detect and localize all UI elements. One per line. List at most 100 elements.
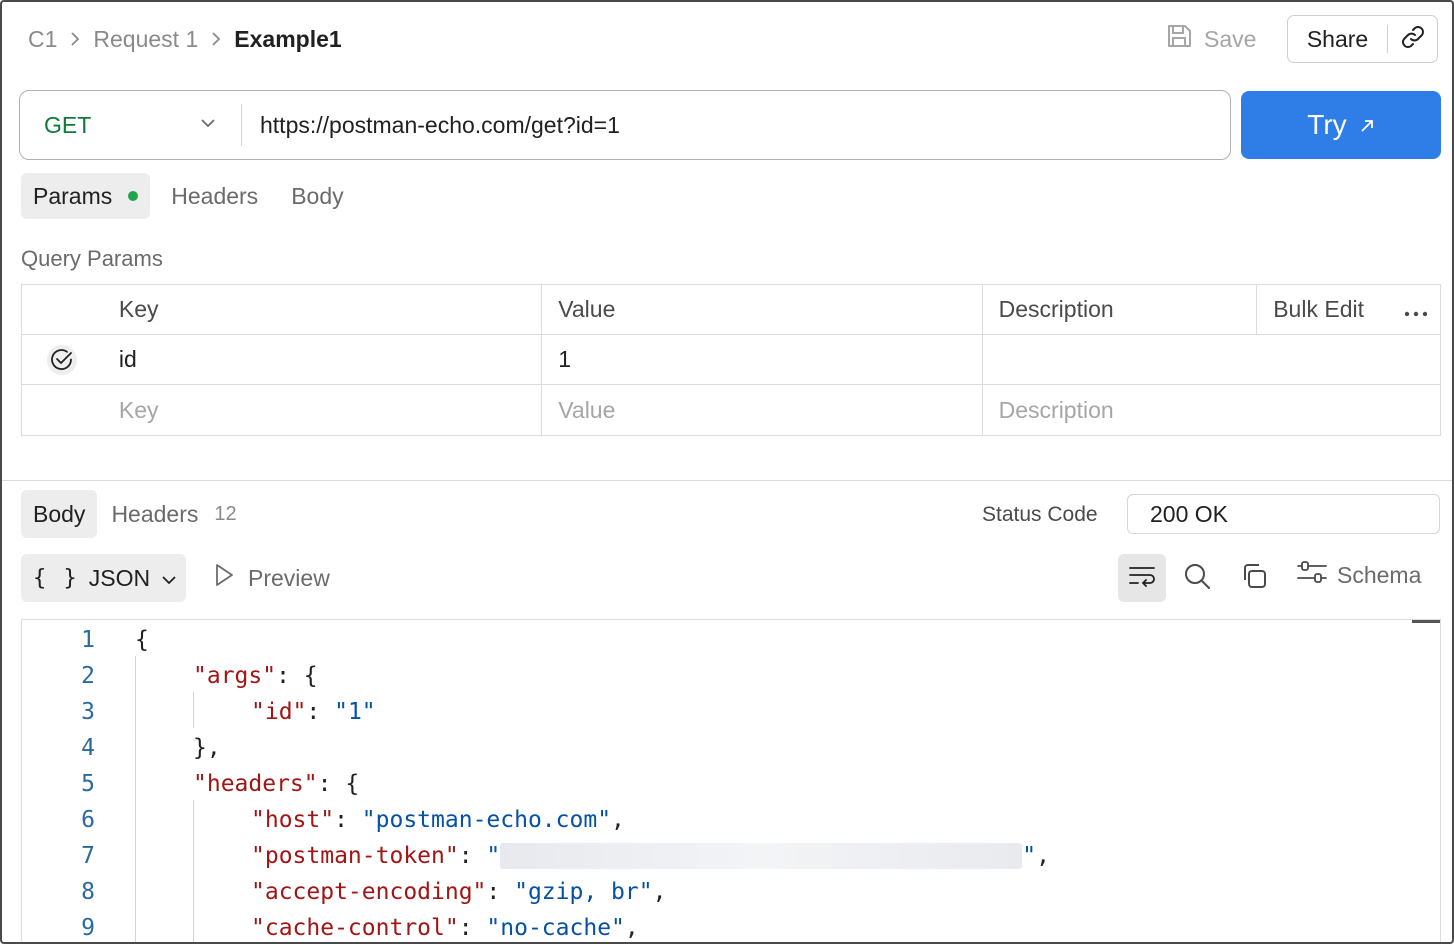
column-header-key: Key [102,285,543,334]
try-label: Try [1307,109,1347,140]
tab-body[interactable]: Body [279,173,355,219]
response-tabs: Body Headers 12 [21,490,251,538]
chevron-right-icon [69,30,81,48]
preview-label: Preview [248,564,330,591]
code-line: 2 "args": { [22,658,1440,694]
wrap-lines-button[interactable] [1118,554,1166,602]
schema-label: Schema [1337,561,1422,588]
table-header-row: Key Value Description Bulk Edit [22,285,1440,335]
tab-response-body[interactable]: Body [21,490,98,538]
json-key: "args" [193,663,277,689]
code-line: 8 "accept-encoding": "gzip, br", [22,874,1440,910]
chevron-down-icon [160,565,178,592]
try-button[interactable]: Try [1241,91,1441,159]
new-row-check-cell [22,385,102,435]
method-select[interactable]: GET [20,104,242,146]
code-line: 3 "id": "1" [22,694,1440,730]
sliders-icon [1295,559,1329,591]
copy-button[interactable] [1230,554,1278,602]
json-key: "headers" [193,771,318,797]
param-value-field[interactable]: 1 [542,335,983,384]
save-icon [1164,21,1194,57]
breadcrumb-current[interactable]: Example1 [234,26,341,53]
code-line: 1 { [22,622,1440,658]
query-params-table: Key Value Description Bulk Edit id 1 Key [21,284,1441,436]
tab-params[interactable]: Params [21,173,151,219]
json-string: "1" [334,699,376,725]
app-window: C1 Request 1 Example1 Save Share GET htt… [0,0,1454,944]
response-body-editor[interactable]: 1 { 2 "args": { 3 "id": "1" 4 }, 5 "head… [21,619,1441,942]
code-line: 6 "host": "postman-echo.com", [22,802,1440,838]
code-text: "postman-token": " ", [251,842,1050,870]
line-number: 5 [81,771,95,797]
share-button[interactable]: Share [1288,25,1388,53]
arrow-up-right-icon [1359,109,1375,141]
panel-divider[interactable] [2,480,1452,481]
code-text: "id": "1" [251,699,376,725]
line-number: 7 [81,843,95,869]
schema-button[interactable]: Schema [1295,558,1421,592]
line-number: 3 [81,699,95,725]
bulk-edit-button[interactable]: Bulk Edit [1273,296,1364,323]
table-row-new: Key Value Description [22,385,1440,435]
json-key: "postman-token" [251,842,459,869]
breadcrumb: C1 Request 1 Example1 [28,24,342,54]
column-header-value: Value [542,285,983,334]
more-options-icon[interactable] [1404,296,1428,323]
code-line: 4 }, [22,730,1440,766]
new-description-input[interactable]: Description [983,385,1440,435]
query-params-title: Query Params [21,246,163,271]
code-text: "host": "postman-echo.com", [251,807,625,833]
braces-icon: { } [33,565,79,591]
search-icon [1182,561,1212,596]
new-key-input[interactable]: Key [102,385,543,435]
headers-count-badge: 12 [214,502,237,525]
line-number: 6 [81,807,95,833]
url-input[interactable]: https://postman-echo.com/get?id=1 [242,112,620,139]
json-key: "accept-encoding" [251,879,487,905]
tab-params-label: Params [33,182,113,209]
tab-headers[interactable]: Headers [159,173,270,219]
param-key-field[interactable]: id [102,335,543,384]
column-header-description: Description [983,285,1258,334]
json-key: "cache-control" [251,915,459,941]
format-select[interactable]: { } JSON [21,554,186,602]
play-icon [212,562,236,594]
header-check-cell [22,285,102,334]
tab-response-headers[interactable]: Headers 12 [99,490,248,538]
chevron-right-icon [210,30,222,48]
json-key: "id" [251,699,307,725]
param-description-field[interactable] [983,335,1440,384]
code-text: "cache-control": "no-cache", [251,915,639,941]
json-string: "no-cache" [486,915,625,941]
line-number: 1 [81,627,95,653]
status-code-input[interactable]: 200 OK [1127,494,1440,534]
request-tabs: Params Headers Body [21,173,365,219]
json-string: "gzip, br" [514,879,653,905]
json-key: "host" [251,807,335,833]
code-text: "accept-encoding": "gzip, br", [251,879,667,905]
chevron-down-icon [199,116,217,134]
code-line: 9 "cache-control": "no-cache", [22,910,1440,942]
share-group: Share [1287,15,1438,63]
params-active-dot [128,191,139,201]
new-value-input[interactable]: Value [542,385,983,435]
breadcrumb-item-collection[interactable]: C1 [28,26,57,53]
line-number: 8 [81,879,95,905]
copy-link-button[interactable] [1388,24,1437,55]
preview-button[interactable]: Preview [212,558,330,598]
save-button[interactable]: Save [1164,22,1256,56]
format-label: JSON [88,564,151,591]
code-line: 5 "headers": { [22,766,1440,802]
line-number: 4 [81,735,95,761]
row-enable-checkbox[interactable] [22,335,102,384]
method-label: GET [44,111,92,138]
url-bar: GET https://postman-echo.com/get?id=1 [19,90,1231,160]
check-circle-icon [46,344,77,375]
breadcrumb-item-request[interactable]: Request 1 [93,26,198,53]
code-text: { [135,627,149,653]
tab-response-headers-label: Headers [111,500,199,527]
search-button[interactable] [1173,554,1221,602]
status-code-label: Status Code [982,503,1098,526]
link-icon [1400,24,1426,55]
